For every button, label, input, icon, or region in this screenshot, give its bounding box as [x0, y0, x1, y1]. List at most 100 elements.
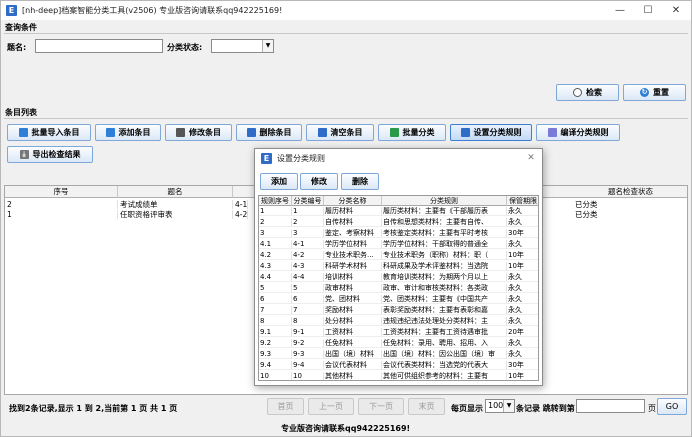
toolbar-button-5[interactable]: 批量分类: [378, 124, 446, 141]
chevron-down-icon[interactable]: ▼: [503, 400, 514, 412]
rules-table-cell[interactable]: 政审、审计和审核类材料：各类政: [382, 284, 507, 293]
table-cell[interactable]: 考试成绩单: [118, 200, 233, 209]
go-button[interactable]: GO: [657, 398, 687, 415]
rules-table-cell[interactable]: 会议代表类材料：当选党的代表大: [382, 361, 507, 370]
rules-table-cell[interactable]: 4-3: [292, 262, 324, 271]
toolbar-button-3[interactable]: 删除条目: [236, 124, 302, 141]
column-header-check-status[interactable]: 题名检查状态: [573, 186, 687, 198]
rules-table-cell[interactable]: 鉴定、考察材料: [324, 229, 382, 238]
column-header-rule-no[interactable]: 规则序号: [259, 196, 292, 206]
table-cell[interactable]: 4-2: [233, 210, 248, 219]
rules-table-cell[interactable]: 其他可供组织参考的材料：主要有: [382, 372, 507, 380]
rules-table-cell[interactable]: 2: [259, 218, 292, 227]
add-rule-button[interactable]: 添加: [260, 173, 298, 190]
rules-table-cell[interactable]: 5: [259, 284, 292, 293]
rules-table-cell[interactable]: 其他材料: [324, 372, 382, 380]
rules-table-cell[interactable]: 7: [259, 306, 292, 315]
toolbar-button-0[interactable]: 批量导入条目: [7, 124, 91, 141]
rules-table-cell[interactable]: 9-4: [292, 361, 324, 370]
close-icon[interactable]: ✕: [662, 1, 690, 20]
rules-table-cell[interactable]: 专业技术职务...: [324, 251, 382, 260]
rules-table-cell[interactable]: 1: [292, 207, 324, 216]
toolbar-button-6[interactable]: 设置分类规则: [450, 124, 532, 141]
column-header-rule[interactable]: 分类规则: [382, 196, 507, 206]
first-page-button[interactable]: 首页: [267, 398, 304, 415]
rules-table-cell[interactable]: 党、团类材料：主要有《中国共产: [382, 295, 507, 304]
rules-table-cell[interactable]: 学历学位材料：干部取得的普通全: [382, 240, 507, 249]
page-number-input[interactable]: [576, 399, 645, 413]
rules-table-cell[interactable]: 9-3: [292, 350, 324, 359]
rules-table-cell[interactable]: 9-1: [292, 328, 324, 337]
rules-table-cell[interactable]: 7: [292, 306, 324, 315]
rules-table-cell[interactable]: 永久: [507, 218, 538, 227]
rules-table-cell[interactable]: 永久: [507, 284, 538, 293]
rules-table-cell[interactable]: 9.4: [259, 361, 292, 370]
rules-table-cell[interactable]: 4.4: [259, 273, 292, 282]
rules-table-cell[interactable]: 永久: [507, 306, 538, 315]
column-header-title[interactable]: 题名: [118, 186, 233, 198]
rules-table-cell[interactable]: 履历类材料：主要有《干部履历表: [382, 207, 507, 216]
rules-table-cell[interactable]: 10年: [507, 372, 538, 380]
rules-table-cell[interactable]: 2: [292, 218, 324, 227]
rules-table-cell[interactable]: 4.3: [259, 262, 292, 271]
rules-table-cell[interactable]: 专业技术职务（职称）材料：职（: [382, 251, 507, 260]
rules-table-cell[interactable]: 4-2: [292, 251, 324, 260]
rules-table-cell[interactable]: 1: [259, 207, 292, 216]
rules-table-cell[interactable]: 表彰奖励类材料：主要有表彰和嘉: [382, 306, 507, 315]
rules-table-cell[interactable]: 6: [259, 295, 292, 304]
rules-table-cell[interactable]: 出国（境）材料：因公出国（境）审: [382, 350, 507, 359]
rules-table-cell[interactable]: 永久: [507, 207, 538, 216]
rules-table-cell[interactable]: 4.1: [259, 240, 292, 249]
rules-table-cell[interactable]: 任免材料：录用、聘用、招用、入: [382, 339, 507, 348]
rules-table-cell[interactable]: 工资材料: [324, 328, 382, 337]
rules-table-cell[interactable]: 10: [292, 372, 324, 380]
rules-table-cell[interactable]: 任免材料: [324, 339, 382, 348]
toolbar-button-2[interactable]: 修改条目: [165, 124, 232, 141]
edit-rule-button[interactable]: 修改: [300, 173, 338, 190]
rules-table-cell[interactable]: 8: [259, 317, 292, 326]
column-header-category-code[interactable]: 分类编号: [292, 196, 324, 206]
rules-table-cell[interactable]: 党、团材料: [324, 295, 382, 304]
rules-table-cell[interactable]: 出国（境）材料: [324, 350, 382, 359]
column-header-index[interactable]: 序号: [5, 186, 118, 198]
rules-table-cell[interactable]: 永久: [507, 350, 538, 359]
rules-table-cell[interactable]: 考核鉴定类材料：主要有平时考核: [382, 229, 507, 238]
rules-table-cell[interactable]: 9.2: [259, 339, 292, 348]
rules-table-cell[interactable]: 永久: [507, 295, 538, 304]
rules-table-cell[interactable]: 20年: [507, 328, 538, 337]
delete-rule-button[interactable]: 删除: [341, 173, 379, 190]
table-cell[interactable]: 2: [5, 200, 118, 209]
rules-table-cell[interactable]: 4-4: [292, 273, 324, 282]
toolbar-button-1[interactable]: 添加条目: [95, 124, 161, 141]
rules-table-cell[interactable]: 9.1: [259, 328, 292, 337]
rules-table-cell[interactable]: 30年: [507, 229, 538, 238]
maximize-icon[interactable]: ☐: [634, 1, 662, 20]
rules-table-cell[interactable]: 4-1: [292, 240, 324, 249]
rules-table-cell[interactable]: 3: [259, 229, 292, 238]
minimize-icon[interactable]: —: [606, 1, 634, 20]
rules-table-cell[interactable]: 10年: [507, 262, 538, 271]
rules-table-cell[interactable]: 永久: [507, 240, 538, 249]
column-header-retention[interactable]: 保管期限: [507, 196, 538, 206]
dialog-close-icon[interactable]: ✕: [521, 149, 541, 168]
title-search-input[interactable]: [35, 39, 163, 53]
search-button[interactable]: 检索: [556, 84, 619, 101]
rules-table-cell[interactable]: 科研成果及学术评鉴材料：当选院: [382, 262, 507, 271]
export-results-button[interactable]: ⤓ 导出检查结果: [7, 146, 93, 163]
rules-table-cell[interactable]: 10: [259, 372, 292, 380]
rules-table-cell[interactable]: 4.2: [259, 251, 292, 260]
prev-page-button[interactable]: 上一页: [308, 398, 354, 415]
table-cell[interactable]: 1: [5, 210, 118, 219]
rules-table-cell[interactable]: 自传和思想类材料：主要有自传、: [382, 218, 507, 227]
last-page-button[interactable]: 末页: [408, 398, 445, 415]
table-cell[interactable]: 4-1: [233, 200, 248, 209]
rules-table-cell[interactable]: 30年: [507, 361, 538, 370]
rules-table-cell[interactable]: 6: [292, 295, 324, 304]
table-cell[interactable]: 任职资格评审表: [118, 210, 233, 219]
rules-table-cell[interactable]: 政审材料: [324, 284, 382, 293]
toolbar-button-4[interactable]: 清空条目: [306, 124, 374, 141]
rules-table-cell[interactable]: 永久: [507, 339, 538, 348]
rules-table-cell[interactable]: 培训材料: [324, 273, 382, 282]
rules-table-cell[interactable]: 履历材料: [324, 207, 382, 216]
rules-table-cell[interactable]: 自传材料: [324, 218, 382, 227]
